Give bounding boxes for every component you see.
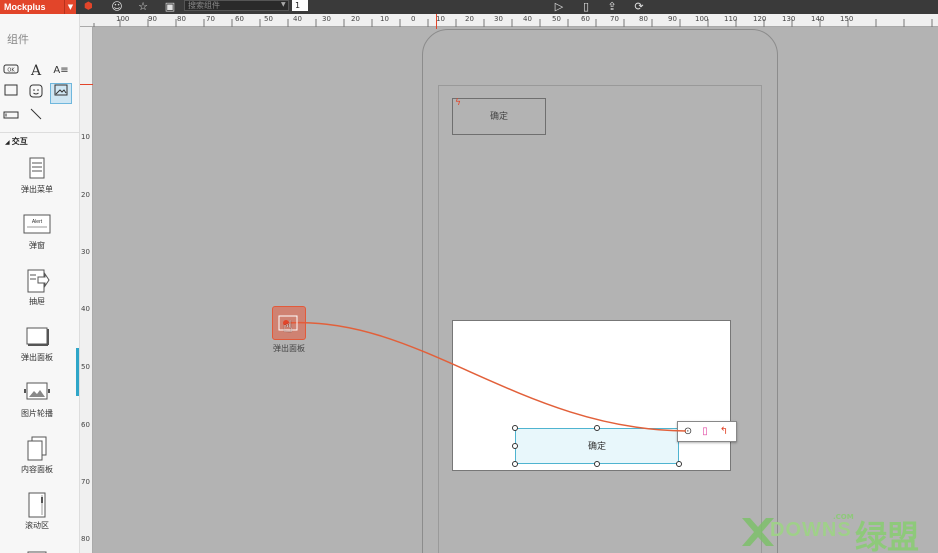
watermark: DOWNS .COM 绿盟 bbox=[740, 508, 938, 553]
interaction-link-curve bbox=[286, 321, 687, 432]
watermark-cn: 绿盟 bbox=[855, 518, 920, 553]
watermark-com: .COM bbox=[833, 513, 854, 521]
watermark-text: DOWNS bbox=[770, 519, 852, 541]
hand-cursor-icon: ☝ bbox=[283, 317, 293, 336]
dragged-component-label: 弹出面板 bbox=[273, 344, 305, 353]
dragged-popup-panel[interactable]: ☝ bbox=[272, 306, 306, 340]
